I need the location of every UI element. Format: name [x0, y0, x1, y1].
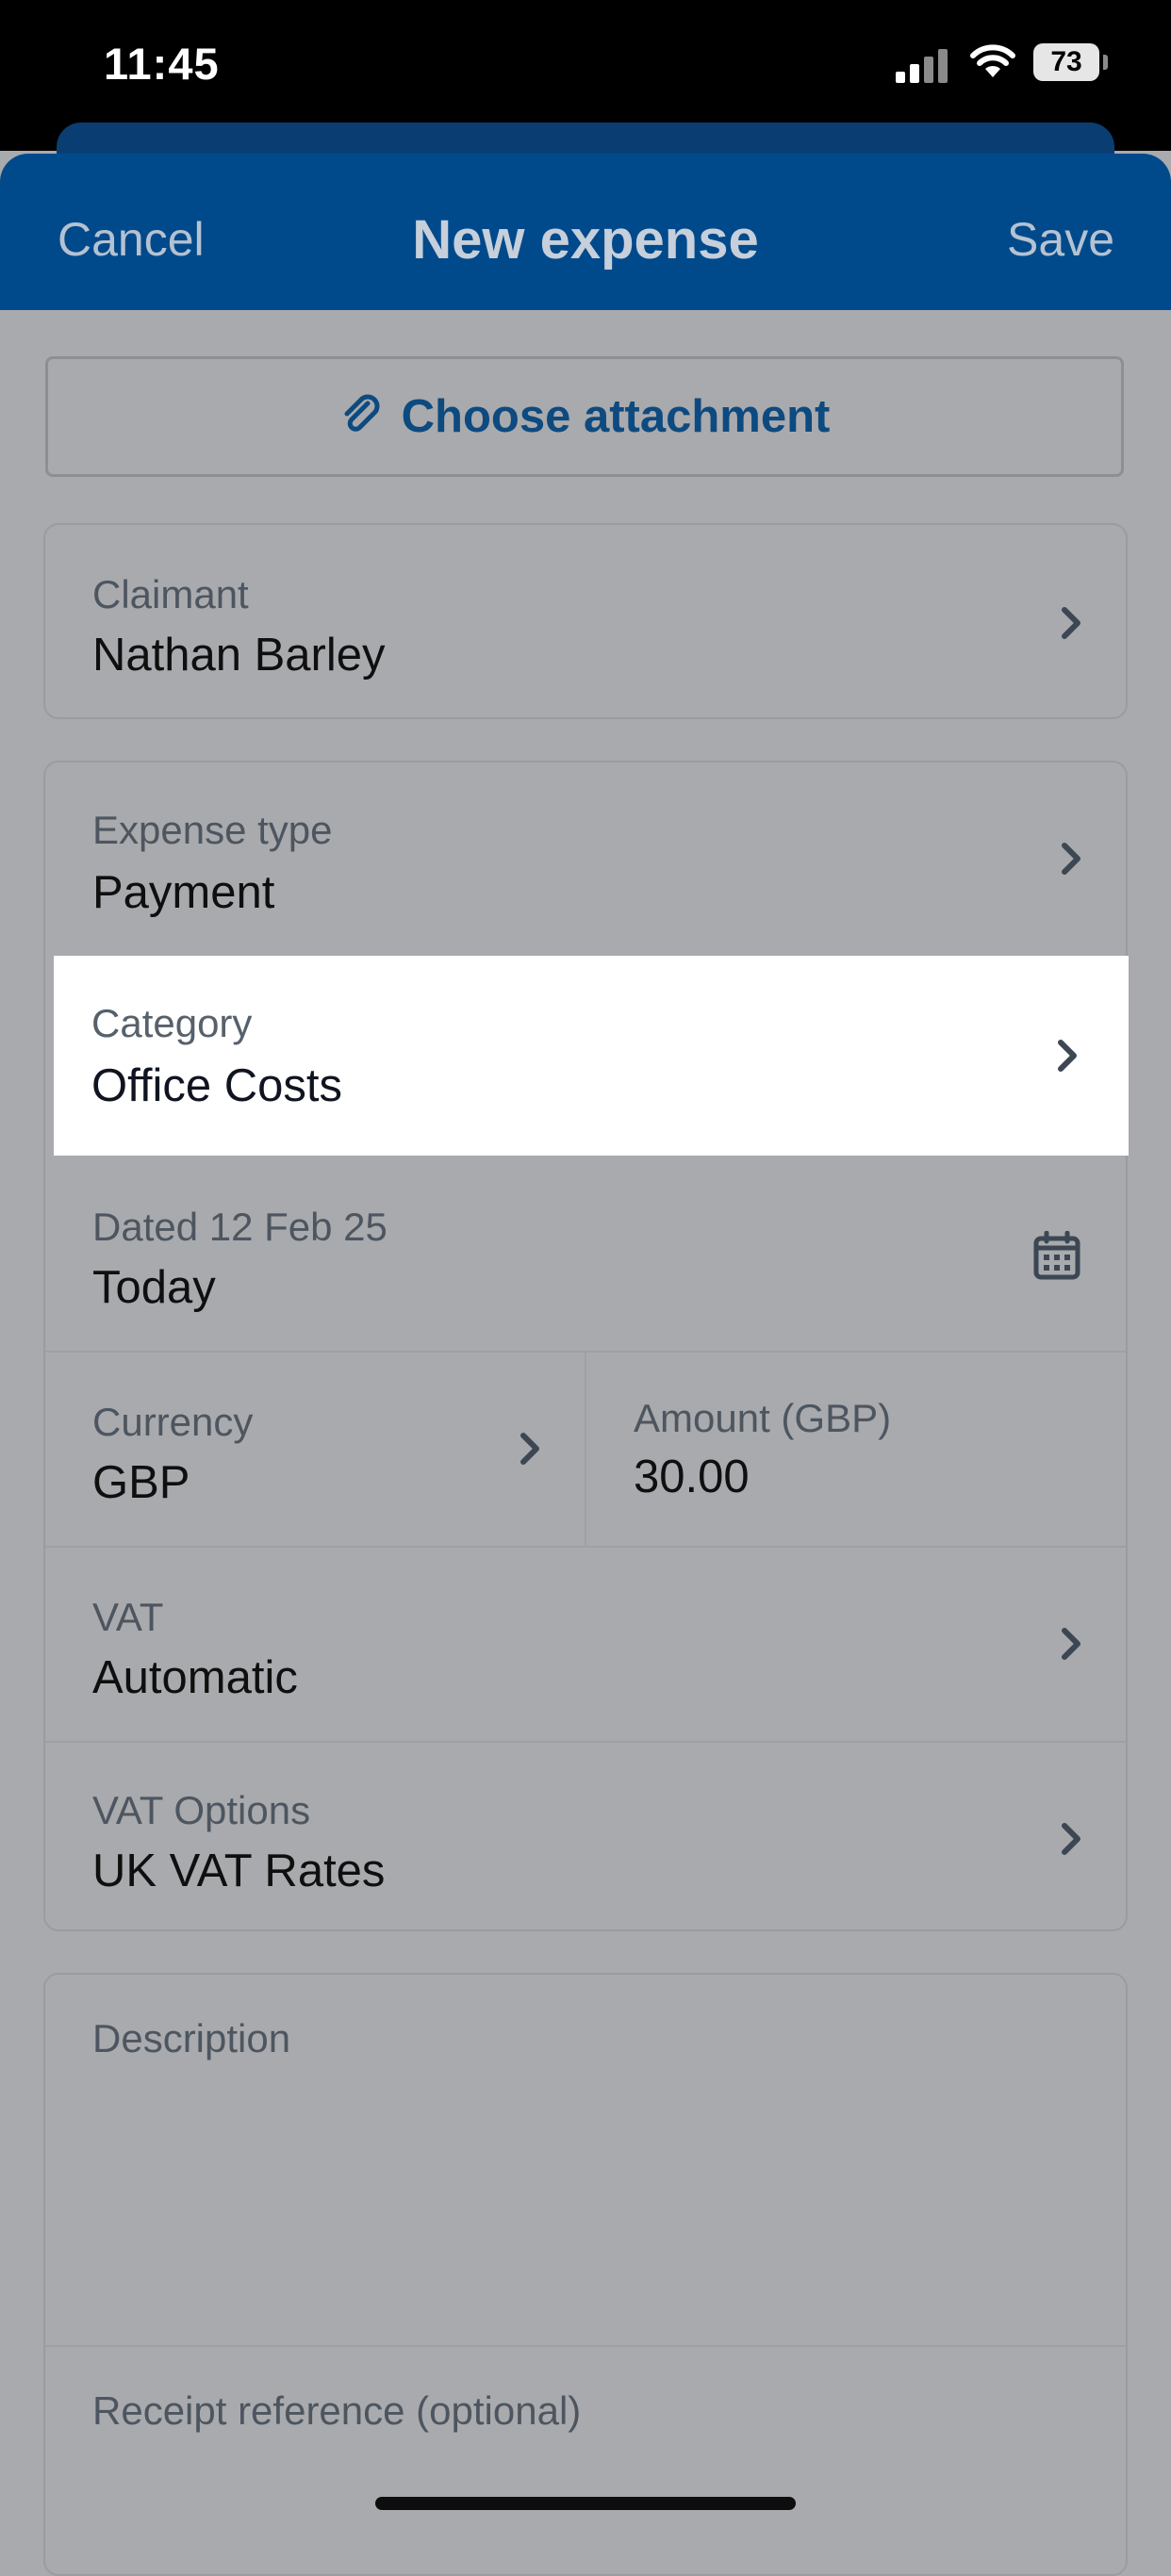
paperclip-icon: [344, 394, 380, 432]
battery-cap: [1103, 55, 1108, 70]
vat-row[interactable]: VAT Automatic: [45, 1548, 1126, 1743]
currency-value: GBP: [92, 1457, 190, 1508]
claimant-row[interactable]: Claimant Nathan Barley: [45, 525, 1126, 717]
amount-label: Amount (GBP): [634, 1396, 892, 1440]
vat-options-value: UK VAT Rates: [92, 1846, 386, 1896]
amount-value: 30.00: [634, 1452, 750, 1502]
date-value: Today: [92, 1262, 216, 1313]
category-value: Office Costs: [91, 1060, 342, 1111]
date-label: Dated 12 Feb 25: [92, 1205, 388, 1249]
chevron-right-icon: [1058, 1040, 1077, 1072]
category-label: Category: [91, 1001, 253, 1045]
save-button[interactable]: Save: [1007, 212, 1114, 267]
vat-value: Automatic: [92, 1652, 298, 1703]
description-label: Description: [92, 2016, 291, 2060]
vat-label: VAT: [92, 1595, 164, 1639]
currency-amount-row: Currency GBP Amount (GBP) 30.00: [45, 1353, 1126, 1548]
chevron-right-icon: [520, 1433, 539, 1465]
calendar-icon[interactable]: [1033, 1231, 1080, 1280]
chevron-right-icon: [1062, 843, 1080, 875]
amount-field[interactable]: Amount (GBP) 30.00: [586, 1353, 1126, 1546]
cellular-signal-icon: [896, 47, 952, 83]
claimant-label: Claimant: [92, 572, 249, 616]
claimant-value: Nathan Barley: [92, 630, 386, 681]
date-row[interactable]: Dated 12 Feb 25 Today: [45, 1157, 1126, 1353]
currency-field[interactable]: Currency GBP: [45, 1353, 586, 1546]
description-field[interactable]: Description: [45, 1975, 1126, 2347]
expense-type-label: Expense type: [92, 808, 333, 852]
status-time: 11:45: [104, 39, 220, 89]
receipt-reference-label: Receipt reference (optional): [92, 2388, 582, 2433]
vat-options-label: VAT Options: [92, 1788, 311, 1832]
claimant-card: Claimant Nathan Barley: [43, 523, 1128, 719]
nav-bar: Cancel New expense Save: [0, 154, 1171, 310]
choose-attachment-button[interactable]: Choose attachment: [45, 356, 1124, 477]
choose-attachment-label: Choose attachment: [401, 391, 831, 442]
chevron-right-icon: [1062, 1628, 1080, 1660]
home-indicator: [375, 2497, 796, 2510]
expense-type-row[interactable]: Expense type Payment: [45, 763, 1126, 958]
chevron-right-icon: [1062, 1823, 1080, 1855]
expense-type-value: Payment: [92, 867, 275, 918]
page-title: New expense: [412, 209, 759, 271]
description-card: Description Receipt reference (optional): [43, 1973, 1128, 2576]
currency-label: Currency: [92, 1400, 254, 1444]
expense-details-card: Expense type Payment Dated 12 Feb 25 Tod…: [43, 761, 1128, 1931]
wifi-icon: [970, 44, 1015, 77]
battery-level: 73: [1033, 43, 1099, 81]
vat-options-row[interactable]: VAT Options UK VAT Rates: [45, 1743, 1126, 1929]
receipt-reference-field[interactable]: Receipt reference (optional): [45, 2347, 1126, 2574]
category-row[interactable]: Category Office Costs: [54, 956, 1129, 1156]
chevron-right-icon: [1062, 607, 1080, 639]
